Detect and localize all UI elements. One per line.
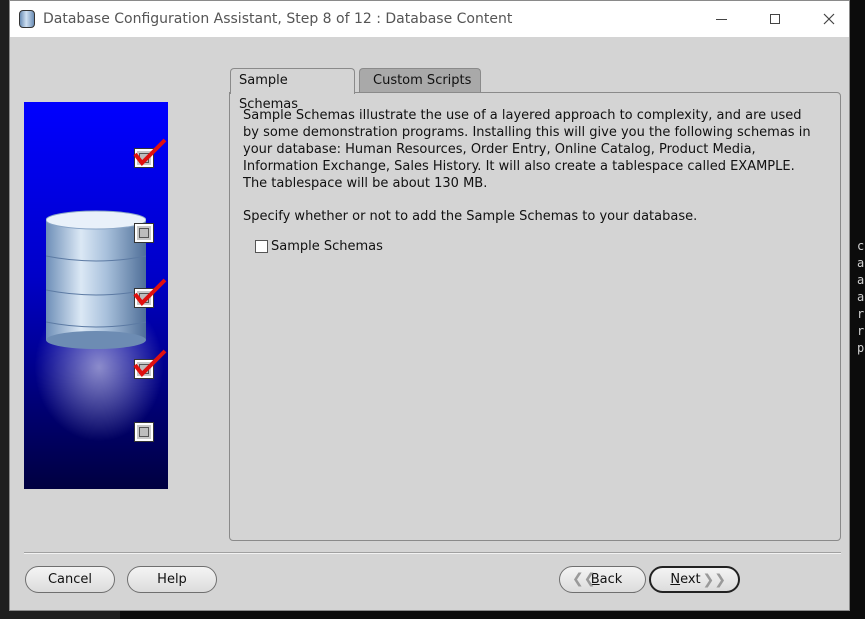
sample-schemas-checkbox[interactable] bbox=[255, 240, 268, 253]
terminal-char: c bbox=[857, 239, 865, 253]
red-checkmark-icon bbox=[133, 278, 167, 307]
footer-separator bbox=[24, 552, 841, 554]
terminal-char: p bbox=[857, 341, 865, 355]
red-checkmark-icon bbox=[133, 349, 167, 378]
close-button[interactable] bbox=[806, 1, 852, 37]
help-button[interactable]: Help bbox=[127, 566, 217, 593]
dbca-dialog: Database Configuration Assistant, Step 8… bbox=[9, 0, 850, 611]
maximize-icon bbox=[770, 14, 780, 24]
next-button[interactable]: Next ❯❯ bbox=[649, 566, 740, 593]
terminal-char: a bbox=[857, 273, 865, 287]
terminal-char: a bbox=[857, 290, 865, 304]
tab-panel-sample-schemas: Sample Schemas illustrate the use of a l… bbox=[229, 92, 841, 541]
tab-sample-schemas[interactable]: Sample Schemas bbox=[230, 68, 355, 112]
tab-custom-scripts[interactable]: Custom Scripts bbox=[359, 68, 481, 93]
help-button-label: Help bbox=[157, 572, 187, 587]
title-bar: Database Configuration Assistant, Step 8… bbox=[10, 1, 849, 37]
step-indicator-box bbox=[134, 223, 154, 243]
minimize-button[interactable] bbox=[698, 1, 744, 37]
database-app-icon bbox=[19, 10, 35, 28]
step-indicator-box bbox=[134, 422, 154, 442]
next-button-label: Next bbox=[670, 572, 701, 587]
chevron-left-icon: ❮❮ bbox=[572, 571, 596, 587]
window-title: Database Configuration Assistant, Step 8… bbox=[43, 11, 513, 27]
cancel-button[interactable]: Cancel bbox=[25, 566, 115, 593]
terminal-char: a bbox=[857, 256, 865, 270]
terminal-char: r bbox=[857, 307, 865, 321]
back-button[interactable]: ❮❮ Back bbox=[559, 566, 646, 593]
sample-schemas-option[interactable]: Sample Schemas bbox=[255, 239, 383, 254]
close-icon bbox=[823, 13, 835, 25]
minimize-icon bbox=[715, 18, 727, 20]
sample-schemas-checkbox-label[interactable]: Sample Schemas bbox=[271, 239, 383, 254]
chevron-right-icon: ❯❯ bbox=[702, 572, 726, 588]
terminal-char: r bbox=[857, 324, 865, 338]
red-checkmark-icon bbox=[133, 138, 167, 167]
specify-instruction: Specify whether or not to add the Sample… bbox=[243, 209, 698, 224]
cancel-button-label: Cancel bbox=[47, 572, 93, 587]
database-cylinder-icon bbox=[46, 210, 146, 349]
wizard-side-graphic bbox=[24, 102, 168, 489]
sample-schemas-description: Sample Schemas illustrate the use of a l… bbox=[243, 108, 811, 191]
maximize-button[interactable] bbox=[752, 1, 798, 37]
